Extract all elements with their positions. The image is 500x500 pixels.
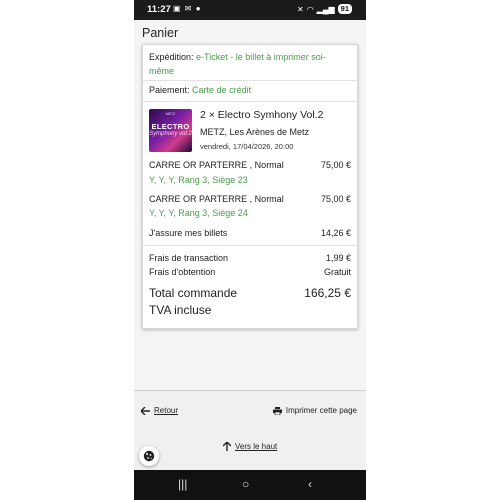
page-footer: Retour Imprimer cette page Vers le haut — [134, 390, 366, 471]
event-date: vendredi, 17/04/2026, 20:00 — [200, 142, 294, 151]
divider — [143, 101, 357, 102]
expedition-value: e-Ticket - le billet à imprimer soi- — [196, 52, 326, 62]
payment-label: Paiement: — [149, 85, 190, 95]
expedition-row: Expédition: e-Ticket - le billet à impri… — [149, 50, 351, 78]
payment-value: Carte de crédit — [192, 85, 252, 95]
arrow-left-icon — [141, 406, 150, 415]
fee-label: Frais d'obtention — [149, 267, 216, 277]
notification-icons: ▣ ✉ ● — [173, 4, 202, 13]
divider — [143, 245, 357, 246]
fee-label: Frais de transaction — [149, 253, 229, 263]
wifi-icon: ◠ — [306, 4, 314, 14]
battery-icon: 91 — [337, 4, 352, 14]
event-venue: METZ, Les Arènes de Metz — [200, 127, 310, 137]
thumbnail-subtitle: Symphony vol.2 — [149, 131, 192, 137]
divider — [143, 80, 357, 81]
ticket-seat: Y, Y, Y, Rang 3, Siège 23 — [149, 175, 248, 185]
arrow-up-icon — [223, 442, 231, 451]
expedition-label: Expédition: — [149, 52, 194, 62]
back-label: Retour — [154, 406, 179, 415]
print-link[interactable]: Imprimer cette page — [272, 406, 357, 415]
total-value: 166,25 € — [304, 286, 351, 300]
nav-back-button[interactable]: ‹ — [308, 477, 312, 491]
fee-value: Gratuit — [323, 267, 351, 277]
back-link[interactable]: Retour — [141, 406, 178, 415]
signal-icon: ▂▄▆ — [316, 4, 335, 14]
cart-card: Expédition: e-Ticket - le billet à impri… — [142, 44, 358, 329]
print-label: Imprimer cette page — [285, 406, 357, 415]
expedition-value-line2: même — [149, 66, 175, 76]
back-to-top-label: Vers le haut — [235, 442, 278, 451]
mute-icon: ✕ — [296, 4, 304, 14]
thumbnail-top-text: METZ — [165, 112, 176, 116]
image-icon: ▣ — [173, 4, 182, 13]
tax-note: TVA incluse — [149, 303, 212, 317]
recent-apps-button[interactable]: ||| — [178, 477, 187, 491]
phone-screen: 11:27 ▣ ✉ ● ✕ ◠ ▂▄▆ 91 Panier Expédition… — [134, 0, 366, 500]
ticket-seat: Y, Y, Y, Rang 3, Siège 24 — [149, 208, 248, 218]
fee-value: 1,99 € — [325, 253, 351, 263]
event-title: 2 × Electro Symhony Vol.2 — [200, 109, 324, 121]
ticket-price: 75,00 € — [320, 194, 351, 204]
cookie-icon — [143, 450, 155, 462]
payment-row: Paiement: Carte de crédit — [149, 85, 351, 95]
printer-icon — [272, 406, 282, 415]
message-icon: ● — [195, 4, 202, 13]
total-label: Total commande — [149, 286, 238, 300]
home-button[interactable]: ○ — [242, 477, 249, 491]
thumbnail-title: ELECTRO — [151, 122, 190, 131]
insurance-price: 14,26 € — [320, 228, 351, 238]
back-to-top-link[interactable]: Vers le haut — [223, 442, 277, 451]
status-bar: 11:27 ▣ ✉ ● ✕ ◠ ▂▄▆ 91 — [134, 0, 366, 20]
page-title: Panier — [142, 26, 179, 40]
status-right: ✕ ◠ ▂▄▆ 91 — [297, 4, 352, 14]
android-nav-bar: ||| ○ ‹ — [134, 470, 366, 500]
event-thumbnail: METZ ELECTRO Symphony vol.2 — [149, 109, 192, 152]
mail-icon: ✉ — [184, 4, 193, 13]
status-time: 11:27 — [147, 4, 171, 15]
ticket-price: 75,00 € — [320, 160, 351, 170]
cookie-settings-button[interactable] — [139, 446, 159, 466]
